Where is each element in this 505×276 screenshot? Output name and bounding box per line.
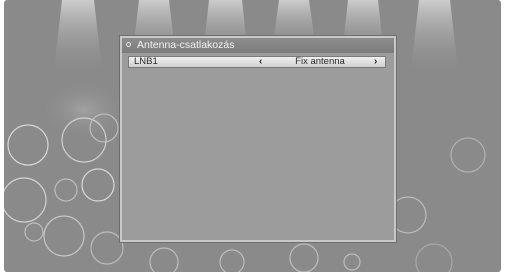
setting-value: Fix antenna [295, 56, 345, 67]
setting-row-lnb1[interactable]: LNB1 ‹ Fix antenna › [128, 56, 386, 68]
circle-bullet-icon [126, 42, 131, 47]
setting-label: LNB1 [134, 56, 158, 67]
tv-screen: Antenna-csatlakozás LNB1 ‹ Fix antenna › [4, 0, 501, 272]
dialog-title-bar: Antenna-csatlakozás [122, 38, 394, 53]
light-beam [411, 0, 458, 70]
glow-blob [39, 80, 129, 140]
antenna-connection-dialog: Antenna-csatlakozás LNB1 ‹ Fix antenna › [120, 36, 396, 242]
chevron-left-icon[interactable]: ‹ [259, 57, 262, 67]
chevron-right-icon[interactable]: › [374, 57, 377, 67]
dialog-title: Antenna-csatlakozás [137, 39, 235, 51]
light-beam [54, 0, 102, 70]
